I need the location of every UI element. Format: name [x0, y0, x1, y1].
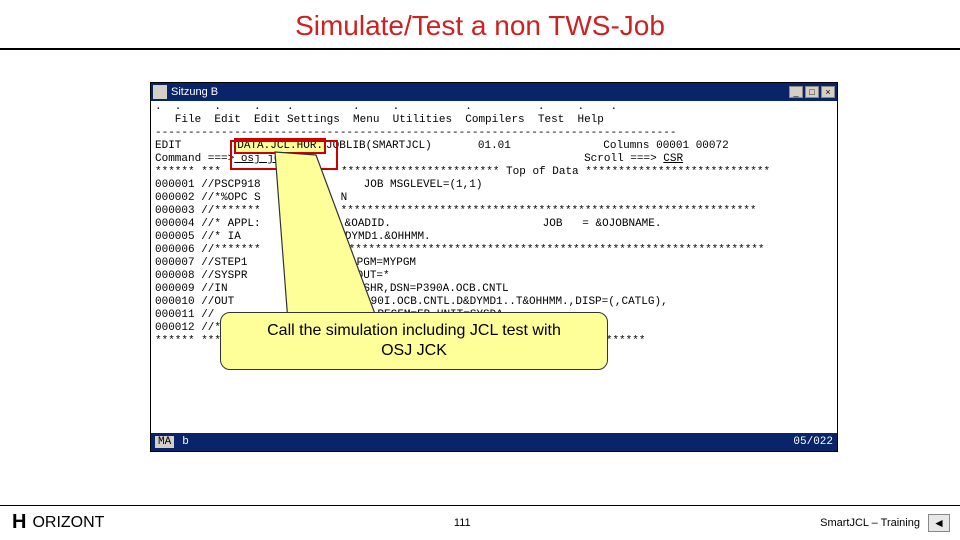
terminal-statusbar: MA b 05/022	[151, 433, 837, 451]
l14a: 000011 //	[155, 309, 214, 321]
brand-h: H	[12, 511, 26, 534]
scroll-value[interactable]: CSR	[663, 153, 683, 165]
footer: H ORIZONT 111 SmartJCL – Training ◄	[0, 511, 960, 534]
jcl-line-3: 000003 //******* ************************…	[151, 205, 837, 218]
brand-logo: H ORIZONT	[12, 511, 104, 534]
window-titlebar: Sitzung B _ □ ×	[151, 83, 837, 101]
slide-title: Simulate/Test a non TWS-Job	[0, 0, 960, 48]
l4b: JOB MSGLEVEL=(1,1)	[331, 179, 483, 191]
l9b: ****************************************…	[349, 244, 765, 256]
jcl-line-4: 000004 //* APPL: &OADID. JOB = &OJOBNAME.	[151, 218, 837, 231]
l4a: 000001 //PSCP918	[155, 179, 261, 191]
command-prompt: Command ===>	[155, 153, 234, 165]
jcl-line-6: 000006 //******* ************************…	[151, 244, 837, 257]
brand-rest: ORIZONT	[32, 514, 104, 532]
window-controls: _ □ ×	[789, 86, 835, 98]
jcl-line-2: 000002 //*%OPC S N	[151, 192, 837, 205]
command-highlight-box	[230, 140, 338, 170]
jcl-line-1: 000001 //PSCP918 JOB MSGLEVEL=(1,1)	[151, 179, 837, 192]
l16a: ****** ***	[155, 335, 221, 347]
l12b: SP=SHR,DSN=P390A.OCB.CNTL	[344, 283, 509, 295]
l5b: N	[341, 192, 348, 204]
l13b: N=P390I.OCB.CNTL.D&DYMD1..T&OHHMM.,DISP=…	[344, 296, 667, 308]
status-cursor-pos: 05/022	[793, 436, 833, 448]
l11b: YSOUT=*	[343, 270, 389, 282]
title-divider	[0, 48, 960, 50]
course-label: SmartJCL – Training ◄	[820, 514, 950, 532]
maximize-button[interactable]: □	[805, 86, 819, 98]
l5a: 000002 //*%OPC S	[155, 192, 261, 204]
terminal-menu[interactable]: File Edit Edit Settings Menu Utilities C…	[151, 114, 837, 127]
l6b: ****************************************…	[341, 205, 757, 217]
scroll-label: Scroll ===>	[287, 153, 663, 165]
l7a: 000004 //* APPL:	[155, 218, 261, 230]
close-button[interactable]: ×	[821, 86, 835, 98]
l7b: &OADID. JOB = &OJOBNAME.	[345, 218, 662, 230]
l10a: 000007 //STEP1	[155, 257, 247, 269]
l11a: 000008 //SYSPR	[155, 270, 247, 282]
terminal-menu-row: . . . . . . . . . . .	[151, 101, 837, 114]
jcl-line-8: 000008 //SYSPR YSOUT=*	[151, 270, 837, 283]
callout-line1: Call the simulation including JCL test w…	[235, 321, 593, 341]
callout-line2: OSJ JCK	[235, 341, 593, 361]
jcl-line-9: 000009 //IN SP=SHR,DSN=P390A.OCB.CNTL	[151, 283, 837, 296]
status-b: b	[182, 436, 189, 448]
jcl-line-10: 000010 //OUT N=P390I.OCB.CNTL.D&DYMD1..T&…	[151, 296, 837, 309]
l6a: 000003 //*******	[155, 205, 261, 217]
l8a: 000005 //* IA	[155, 231, 241, 243]
edit-rest: JOBLIB(SMARTJCL) 01.01 Columns 00001 000…	[326, 140, 729, 152]
l13a: 000010 //OUT	[155, 296, 234, 308]
back-button[interactable]: ◄	[928, 514, 950, 532]
jcl-line-7: 000007 //STEP1 C PGM=MYPGM	[151, 257, 837, 270]
l12a: 000009 //IN	[155, 283, 228, 295]
course-text: SmartJCL – Training	[820, 517, 920, 529]
l10b: C PGM=MYPGM	[343, 257, 416, 269]
status-ma: MA	[155, 436, 174, 448]
l3a: ****** ***	[155, 166, 221, 178]
l9a: 000006 //*******	[155, 244, 261, 256]
callout-box: Call the simulation including JCL test w…	[220, 312, 608, 370]
l3b: ************************ Top of Data ***…	[341, 166, 770, 178]
window-title: Sitzung B	[171, 86, 789, 98]
l15a: 000012 //*	[155, 322, 221, 334]
edit-label: EDIT	[155, 140, 234, 152]
minimize-button[interactable]: _	[789, 86, 803, 98]
footer-divider	[0, 505, 960, 506]
jcl-line-5: 000005 //* IA DYMD1.&OHHMM.	[151, 231, 837, 244]
terminal-window: Sitzung B _ □ × . . . . . . . . . . . Fi…	[150, 82, 838, 452]
l8b: DYMD1.&OHHMM.	[345, 231, 431, 243]
window-icon	[153, 85, 167, 99]
page-number: 111	[454, 517, 471, 529]
